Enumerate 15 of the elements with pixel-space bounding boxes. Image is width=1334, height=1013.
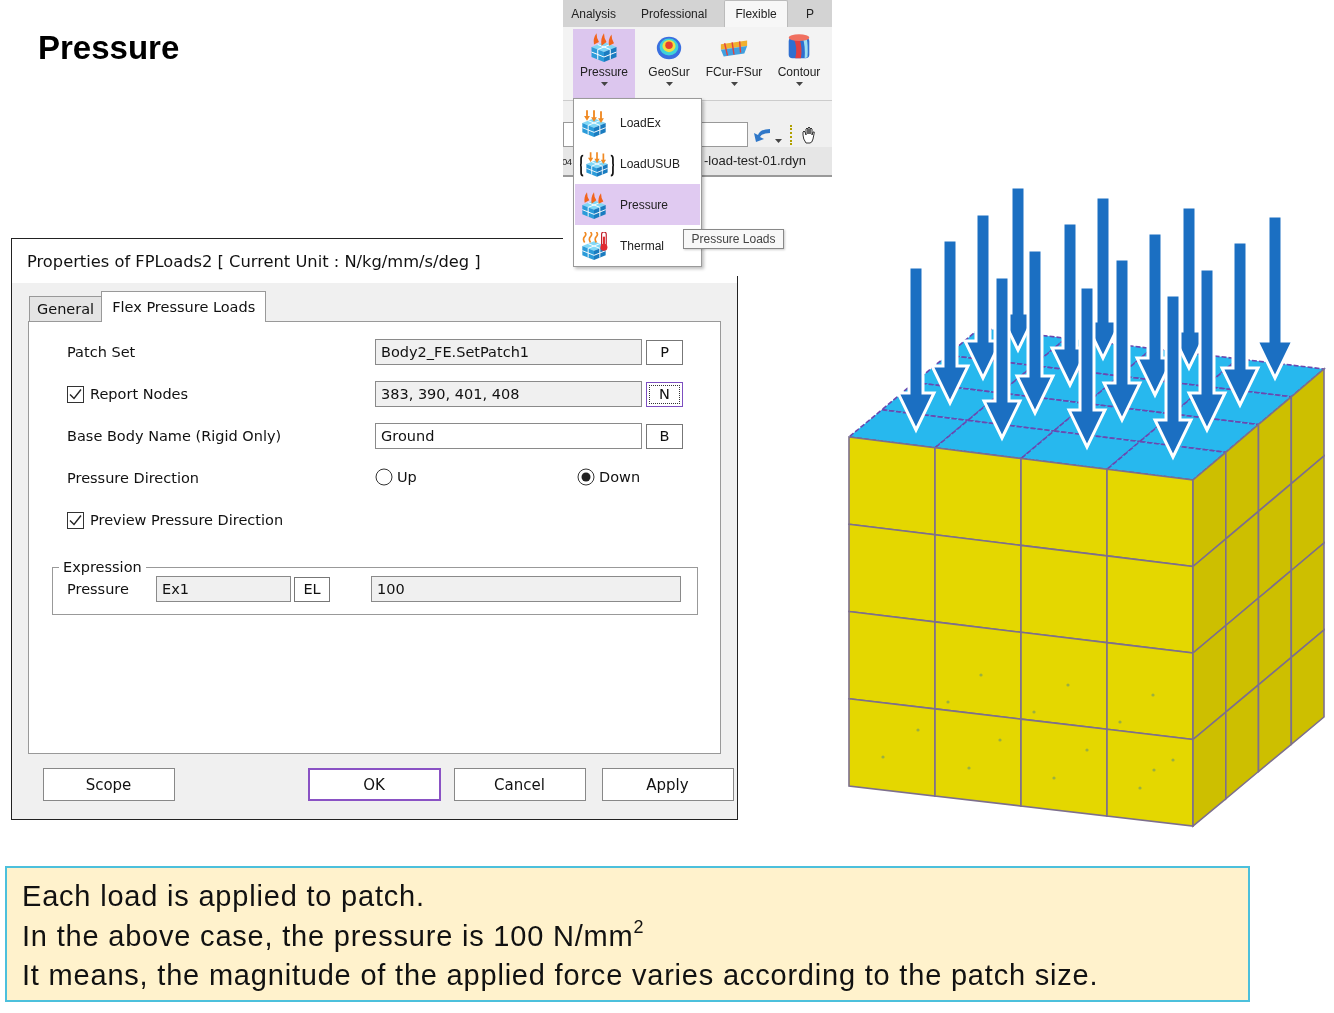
field-label: Report Nodes — [90, 386, 189, 402]
field-label: Preview Pressure Direction — [90, 512, 284, 528]
tooltip: Pressure Loads — [683, 229, 784, 249]
note-text: It means, the magnitude of the applied force varies according to the patch size. — [22, 958, 1099, 993]
dialog-title: Properties of FPLoads2 [ Current Unit : N/kg/mm/s/deg ] — [27, 251, 481, 271]
slide-title: Pressure — [38, 29, 180, 67]
field-label: Base Body Name (Rigid Only) — [67, 428, 282, 444]
note-text: In the above case, the pressure is 100 N/mm$^{2}$ — [22, 916, 645, 954]
radio-label: Down — [599, 469, 641, 485]
field-label: Pressure — [67, 581, 130, 597]
note-text: Each load is applied to patch. — [22, 879, 425, 914]
radio-label: Up — [397, 469, 417, 485]
field-label: Pressure Direction — [67, 470, 200, 486]
group-label: Expression — [62, 559, 143, 575]
field-label: Patch Set — [67, 344, 136, 360]
